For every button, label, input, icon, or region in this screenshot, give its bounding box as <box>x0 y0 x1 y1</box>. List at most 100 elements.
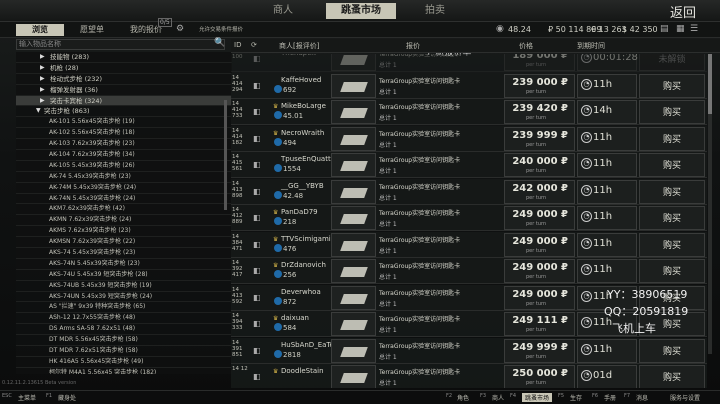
offer-info-icon: ◧ <box>253 80 261 90</box>
sidebar-weapon-item[interactable]: AKS-74N 5.45x39突击步枪 (23) <box>16 259 232 270</box>
sidebar-weapon-item[interactable]: AS "拦速" 9x39 特种突击步枪 (65) <box>16 302 232 314</box>
search-icon[interactable]: 🔍 <box>214 38 225 48</box>
item-slot[interactable] <box>331 126 376 151</box>
sidebar-weapon-item[interactable]: HK 416A5 5.56x45突击步枪 (49) <box>16 357 232 368</box>
tab-traders[interactable]: 商人 <box>258 3 308 19</box>
settings-button[interactable]: 服务与设置 <box>670 393 700 402</box>
seller-name[interactable]: MikeBoLarge <box>281 102 326 110</box>
item-slot[interactable] <box>331 54 376 71</box>
sidebar-weapon-item[interactable]: AKS-74 5.45x39突击步枪 (23) <box>16 248 232 259</box>
buy-button[interactable]: 购买 <box>639 179 705 204</box>
sidebar-category-item[interactable]: ▶ 突击卡宾枪 (324) <box>16 95 232 107</box>
auto-offers-toggle[interactable]: 允许交易条件报价 <box>190 24 252 36</box>
tab-flea-market[interactable]: 跳蚤市场 <box>326 3 396 19</box>
buy-button[interactable]: 购买 <box>639 126 705 151</box>
seller-name[interactable]: __GG__YBYB <box>281 182 324 190</box>
seller-name[interactable]: TpuseEnQuattro <box>281 155 338 163</box>
buy-button[interactable]: 购买 <box>639 206 705 230</box>
sidebar-weapon-item[interactable]: DS Arms SA-58 7.62x51 (48) <box>16 324 232 336</box>
sidebar-category-item[interactable]: ▶ 技能物 (283) <box>16 52 232 63</box>
character-button[interactable]: 角色 <box>457 393 469 402</box>
item-slot[interactable] <box>331 73 376 98</box>
item-slot[interactable] <box>331 232 376 257</box>
sidebar-weapon-item[interactable]: AKMS 7.62x39突击步枪 (23) <box>16 226 232 238</box>
sidebar-weapon-item[interactable]: AK-74 5.45x39突击步枪 (23) <box>16 172 232 183</box>
item-slot[interactable] <box>331 179 376 204</box>
tab-browse[interactable]: 浏览 <box>16 24 64 36</box>
offer-price: 189 000 ₽ <box>512 54 568 61</box>
buy-button[interactable]: 购买 <box>639 73 705 98</box>
sidebar-weapon-item[interactable]: AKS-74UN 5.45x39 短突击步枪 (24) <box>16 292 232 303</box>
item-slot[interactable] <box>331 285 376 310</box>
back-button[interactable]: 返回 <box>670 2 696 21</box>
seller-name[interactable]: NecroWraith <box>281 129 324 137</box>
messages-button[interactable]: 消息 <box>636 393 648 402</box>
item-slot[interactable] <box>331 259 376 283</box>
buy-button[interactable]: 购买 <box>639 100 705 124</box>
main-menu-button[interactable]: 主菜单 <box>18 393 36 402</box>
seller-name[interactable]: Deverwhoa <box>281 288 321 296</box>
header-id[interactable]: ID <box>234 41 241 49</box>
per-turn-label: per turn <box>526 247 547 254</box>
header-price[interactable]: 价格 <box>519 41 533 51</box>
sidebar-weapon-item[interactable]: AKS-74UB 5.45x39 短突击步枪 (19) <box>16 281 232 292</box>
rating-icon <box>274 190 282 199</box>
sidebar-weapon-item[interactable]: AK-102 5.56x45突击步枪 (18) <box>16 128 232 140</box>
flea-market-button[interactable]: 跳蚤市场 <box>522 393 553 402</box>
buy-button[interactable]: 购买 <box>639 232 705 257</box>
buy-button[interactable]: 购买 <box>639 259 705 283</box>
item-slot[interactable] <box>331 100 376 124</box>
header-seller[interactable]: 商人[报评价] <box>279 41 319 51</box>
sidebar-category-item[interactable]: ▶ 栓动式步枪 (232) <box>16 74 232 85</box>
tab-auction[interactable]: 拍卖 <box>410 3 460 19</box>
refresh-icon[interactable]: ⟳ <box>251 41 257 49</box>
sidebar-weapon-item[interactable]: AKMSN 7.62x39突击步枪 (22) <box>16 237 232 249</box>
offers-scrollbar[interactable] <box>708 54 712 354</box>
sidebar-weapon-item[interactable]: DT MDR 5.56x45突击步枪 (58) <box>16 335 232 347</box>
item-slot[interactable] <box>331 312 376 336</box>
sidebar-scrollbar[interactable] <box>224 100 227 210</box>
sidebar-weapon-item[interactable]: AKS-74U 5.45x39 短突击步枪 (28) <box>16 270 232 281</box>
sidebar-weapon-item[interactable]: AK-101 5.56x45突击步枪 (19) <box>16 117 232 129</box>
gear-icon[interactable]: ⚙ <box>176 24 184 34</box>
sidebar-weapon-item[interactable]: AK-103 7.62x39突击步枪 (23) <box>16 139 232 151</box>
item-name: TerraGroup实验室访问钥匙卡 <box>379 342 461 350</box>
tab-wishlist[interactable]: 愿望单 <box>70 24 114 36</box>
hideout-button[interactable]: 藏身处 <box>58 393 76 402</box>
seller-name[interactable]: Thenaptik <box>281 54 316 57</box>
sidebar-weapon-item[interactable]: AKMN 7.62x39突击步枪 (24) <box>16 215 232 227</box>
compact-view-icon[interactable]: ☰ <box>690 24 698 34</box>
handbook-button[interactable]: 手册 <box>604 393 616 402</box>
buy-button[interactable]: 购买 <box>639 338 705 363</box>
seller-name[interactable]: KaffeHoved <box>281 76 321 84</box>
sidebar-category-item[interactable]: ▼ 突击步枪 (863) <box>16 106 232 118</box>
buy-button[interactable]: 购买 <box>639 153 705 177</box>
buy-button[interactable]: 未解锁 <box>639 54 705 71</box>
list-view-icon[interactable]: ▦ <box>676 24 685 34</box>
sidebar-weapon-item[interactable]: AK-74M 5.45x39突击步枪 (24) <box>16 183 232 194</box>
sidebar-category-item[interactable]: ▶ 机枪 (28) <box>16 63 232 74</box>
traders-button[interactable]: 商人 <box>492 393 504 402</box>
seller-name[interactable]: DrZdanovich <box>281 261 326 269</box>
survival-button[interactable]: 生存 <box>570 393 582 402</box>
sidebar-weapon-item[interactable]: ASh-12 12.7x55突击步枪 (48) <box>16 313 232 325</box>
item-slot[interactable] <box>331 338 376 363</box>
sidebar-weapon-item[interactable]: AK-104 7.62x39突击步枪 (34) <box>16 150 232 161</box>
item-slot[interactable] <box>331 365 376 388</box>
sidebar-weapon-item[interactable]: 柯尔特 M4A1 5.56x45 突击步枪 (182) <box>16 368 232 374</box>
sidebar-category-item[interactable]: ▶ 榴弹发射器 (36) <box>16 85 232 96</box>
seller-name[interactable]: DoodleStain <box>281 367 324 375</box>
sidebar-weapon-item[interactable]: AKM7.62x39突击步枪 (42) <box>16 204 232 216</box>
item-slot[interactable] <box>331 206 376 230</box>
sidebar-weapon-item[interactable]: DT MDR 7.62x51突击步枪 (58) <box>16 346 232 357</box>
sidebar-weapon-item[interactable]: AK-74N 5.45x39突击步枪 (24) <box>16 194 232 205</box>
search-input[interactable]: 输入物品名称 <box>16 39 225 50</box>
header-expires[interactable]: 到期时间 <box>577 41 605 51</box>
grid-view-icon[interactable]: ▤ <box>660 24 669 34</box>
seller-name[interactable]: TTVScimigami <box>281 235 331 243</box>
seller-name[interactable]: PanDaD79 <box>281 208 318 216</box>
buy-button[interactable]: 购买 <box>639 365 705 388</box>
sidebar-weapon-item[interactable]: AK-105 5.45x39突击步枪 (26) <box>16 161 232 172</box>
item-slot[interactable] <box>331 153 376 177</box>
seller-name[interactable]: daixuan <box>281 314 309 322</box>
